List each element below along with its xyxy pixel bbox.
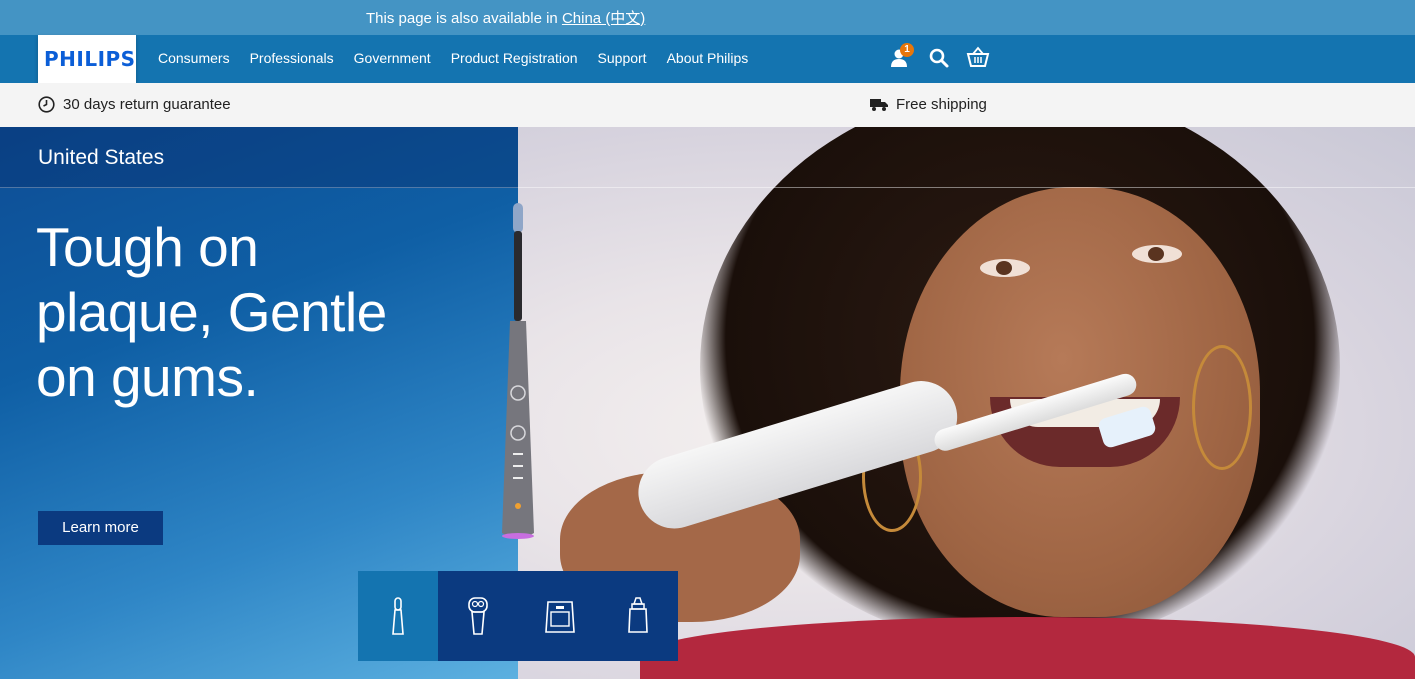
learn-more-button[interactable]: Learn more	[38, 511, 163, 545]
toothbrush-icon	[392, 597, 404, 635]
nav-consumers[interactable]: Consumers	[158, 50, 230, 66]
region-bar: United States	[0, 127, 1415, 188]
language-notice: This page is also available in China (中文…	[366, 7, 645, 28]
truck-icon	[870, 99, 888, 111]
nav-about-philips[interactable]: About Philips	[667, 50, 749, 66]
return-guarantee-text: 30 days return guarantee	[63, 96, 231, 113]
nav-government[interactable]: Government	[354, 50, 431, 66]
philips-logo[interactable]: PHILIPS	[38, 35, 136, 83]
baby-bottle-icon	[628, 597, 648, 633]
account-icon[interactable]: 1	[890, 43, 914, 71]
basket-icon[interactable]	[966, 45, 990, 71]
promo-bar: 30 days return guarantee Free shipping	[0, 83, 1415, 127]
free-shipping-text: Free shipping	[896, 96, 987, 113]
free-shipping: Free shipping	[870, 96, 987, 113]
notice-text: This page is also available in	[366, 10, 558, 27]
nav-professionals[interactable]: Professionals	[250, 50, 334, 66]
hero-banner: United States Tough on plaque, Gentle on…	[0, 127, 1415, 679]
category-airfryer[interactable]	[518, 571, 598, 661]
china-site-link[interactable]: China (中文)	[562, 10, 645, 27]
category-toothbrush[interactable]	[358, 571, 438, 661]
clock-icon	[38, 96, 55, 113]
hero-photo-eye	[1132, 245, 1182, 263]
region-label: United States	[38, 146, 165, 169]
shaver-icon	[468, 597, 488, 635]
airfryer-icon	[545, 601, 575, 633]
hero-photo-earring	[1192, 345, 1252, 470]
search-icon[interactable]	[928, 45, 952, 71]
main-navigation: PHILIPS Consumers Professionals Governme…	[0, 35, 1415, 83]
nav-product-registration[interactable]: Product Registration	[451, 50, 578, 66]
product-toothbrush-image	[502, 203, 534, 539]
category-tabs	[358, 571, 678, 661]
category-shaver[interactable]	[438, 571, 518, 661]
category-baby-bottle[interactable]	[598, 571, 678, 661]
return-guarantee: 30 days return guarantee	[38, 96, 231, 113]
hero-headline: Tough on plaque, Gentle on gums.	[36, 216, 387, 408]
logo-text: PHILIPS	[44, 47, 136, 71]
language-notice-bar: This page is also available in China (中文…	[0, 0, 1415, 35]
nav-support[interactable]: Support	[598, 50, 647, 66]
account-badge: 1	[900, 43, 914, 57]
nav-links: Consumers Professionals Government Produ…	[158, 50, 768, 66]
hero-photo-eye	[980, 259, 1030, 277]
